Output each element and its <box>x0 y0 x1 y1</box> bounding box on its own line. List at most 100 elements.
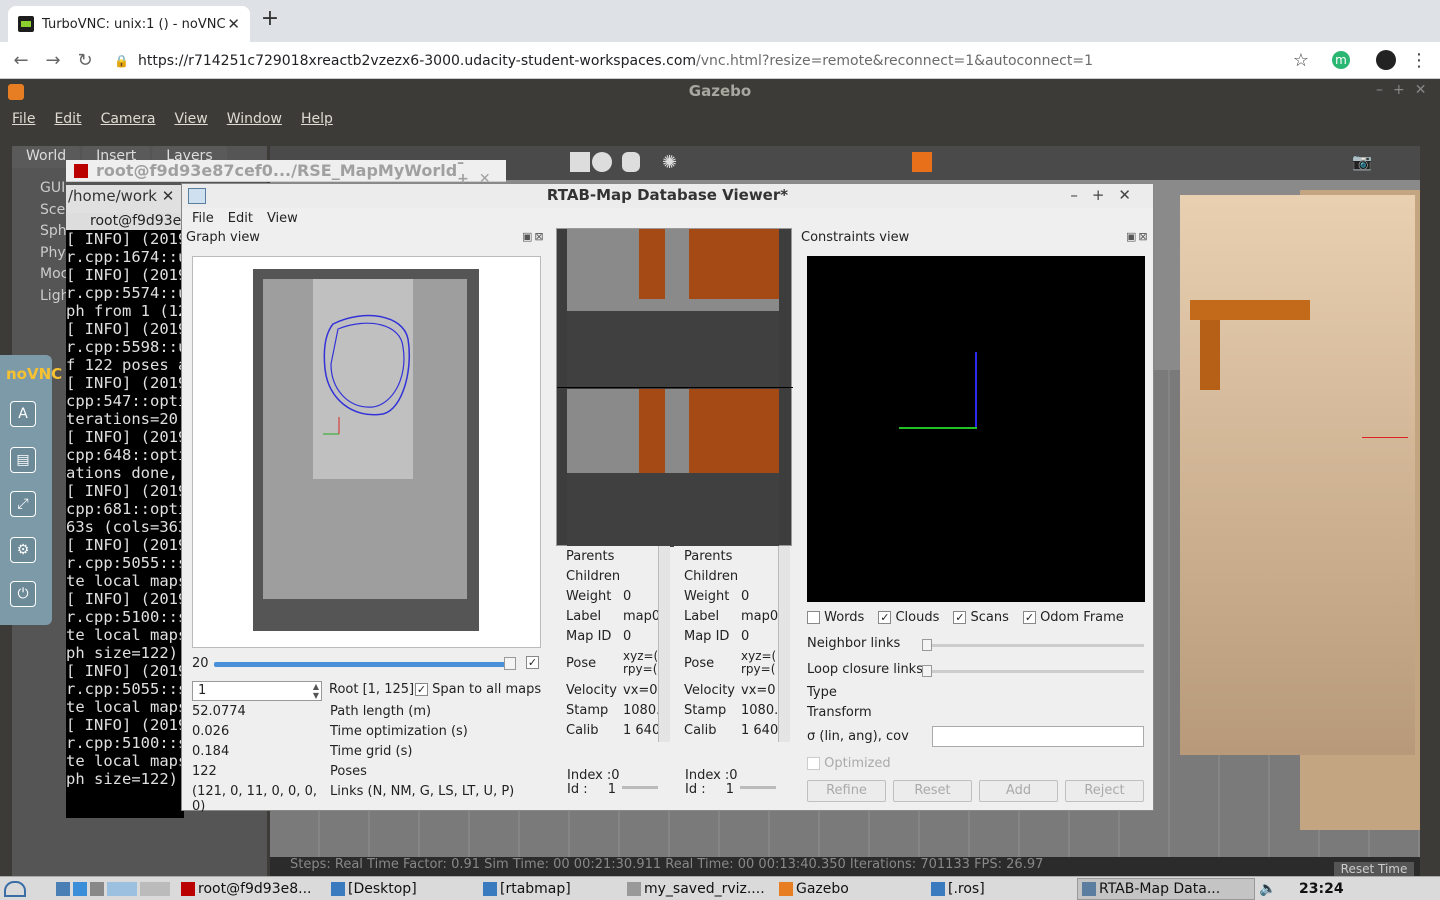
index-slider-a[interactable] <box>622 786 658 789</box>
taskbar-item-ros[interactable]: [.ros] <box>927 878 1077 900</box>
span-checkbox[interactable]: ✓ <box>415 683 428 696</box>
light-icon[interactable]: ✺ <box>662 152 677 173</box>
gazebo-window-controls[interactable]: –+✕ <box>1376 82 1436 98</box>
loop-links-handle[interactable] <box>922 665 932 677</box>
fullscreen-icon[interactable]: ⤢ <box>10 491 36 517</box>
terminal-window-controls[interactable]: –+✕ <box>457 155 500 187</box>
prop-scrollbar-b[interactable] <box>778 546 790 742</box>
screenshot-icon[interactable]: 📷 <box>1352 152 1372 171</box>
clipboard-icon[interactable]: ▤ <box>10 447 36 473</box>
prop-key: Parents <box>684 548 733 564</box>
rtab-menu-file[interactable]: File <box>192 211 214 226</box>
gazebo-menu-view[interactable]: View <box>175 111 208 127</box>
scans-checkbox[interactable]: ✓ <box>953 611 967 624</box>
box-shape-icon[interactable] <box>570 152 590 172</box>
reload-icon[interactable]: ↻ <box>74 50 96 72</box>
disconnect-icon[interactable]: ⏻ <box>10 581 36 607</box>
terminal-output[interactable]: [ INFO] (2019 r.cpp:1674::u [ INFO] (201… <box>66 230 184 818</box>
spin-arrows-icon[interactable]: ▲ ▼ <box>313 682 319 700</box>
view-angle-icon[interactable] <box>912 152 932 172</box>
rtab-menu-edit[interactable]: Edit <box>228 211 253 226</box>
quicklaunch-icons[interactable] <box>52 878 177 900</box>
loop-links-slider[interactable] <box>924 670 1144 673</box>
reset-button[interactable]: Reset <box>893 780 972 802</box>
novnc-control-bar: noVNC A ▤ ⤢ ⚙ ⏻ <box>0 355 62 625</box>
browser-tab[interactable]: TurboVNC: unix:1 () - noVNC ✕ <box>8 6 250 42</box>
reject-button[interactable]: Reject <box>1065 780 1144 802</box>
optimized-label: Optimized <box>824 756 891 771</box>
neighbor-links-slider[interactable] <box>924 644 1144 647</box>
graph-slider-track[interactable] <box>214 662 514 667</box>
prop-key: Velocity <box>684 682 735 698</box>
prop-scrollbar-a[interactable] <box>658 546 670 742</box>
address-bar-row: ← → ↻ 🔒 https://r714251c729018xreactb2vz… <box>0 42 1440 79</box>
reset-time-button[interactable]: Reset Time <box>1334 862 1414 876</box>
prop-row: Weight 0 <box>556 586 666 606</box>
prop-value: 1 640 <box>623 722 661 738</box>
prop-value: 1 640 <box>741 722 779 738</box>
gazebo-menu-window[interactable]: Window <box>227 111 282 127</box>
new-tab-button[interactable]: + <box>258 8 282 32</box>
rtab-menu-view[interactable]: View <box>267 211 298 226</box>
odom-frame-checkbox[interactable]: ✓ <box>1022 611 1036 624</box>
gazebo-menu-edit[interactable]: Edit <box>54 111 81 127</box>
terminal-app-icon <box>74 164 88 178</box>
neighbor-links-handle[interactable] <box>922 639 932 651</box>
stat-row: (121, 0, 11, 0, 0, 0, 0) Links (N, NM, G,… <box>192 784 552 814</box>
gazebo-menu-camera[interactable]: Camera <box>101 111 156 127</box>
scans-option[interactable]: ✓ Scans <box>953 610 1009 625</box>
words-checkbox[interactable] <box>807 611 820 624</box>
clouds-checkbox[interactable]: ✓ <box>878 611 892 624</box>
settings-gear-icon[interactable]: ⚙ <box>10 537 36 563</box>
volume-icon[interactable]: 🔈 <box>1255 878 1277 900</box>
gazebo-menu-file[interactable]: File <box>12 111 35 127</box>
graph-view[interactable] <box>192 256 541 648</box>
odom-frame-option[interactable]: ✓ Odom Frame <box>1022 610 1124 625</box>
chrome-menu-icon[interactable]: ⋮ <box>1408 50 1430 72</box>
orange-beam <box>1190 300 1310 320</box>
scans-label: Scans <box>970 610 1009 625</box>
profile-avatar[interactable] <box>1376 50 1396 70</box>
graph-slider-checkbox[interactable]: ✓ <box>526 656 539 669</box>
prop-row: Parents <box>556 546 666 566</box>
extra-keys-icon[interactable]: A <box>10 401 36 427</box>
clouds-option[interactable]: ✓ Clouds <box>878 610 939 625</box>
add-button[interactable]: Add <box>979 780 1058 802</box>
graph-slider-handle[interactable] <box>504 657 516 670</box>
prop-value: vx=0 <box>623 682 658 698</box>
cylinder-shape-icon[interactable] <box>622 152 640 172</box>
words-option[interactable]: Words <box>807 610 864 625</box>
constraints-3d-view[interactable] <box>807 256 1145 602</box>
stat-label: Links (N, NM, G, LS, LT, U, P) <box>330 784 515 799</box>
taskbar-item-gazebo[interactable]: Gazebo <box>775 878 927 900</box>
start-menu-icon[interactable] <box>0 878 52 900</box>
refine-button[interactable]: Refine <box>807 780 886 802</box>
rtabmap-title-bar: RTAB-Map Database Viewer* <box>182 184 1153 208</box>
back-icon[interactable]: ← <box>10 50 32 72</box>
extension-icon[interactable]: m <box>1332 51 1350 69</box>
index-slider-b[interactable] <box>740 786 776 789</box>
optimized-checkbox[interactable] <box>807 757 820 770</box>
close-tab-icon[interactable]: ✕ <box>227 15 240 33</box>
terminal-tab-home[interactable]: /home/work ✕ <box>68 187 182 205</box>
graph-dock-controls[interactable]: ▣⊠ <box>522 230 546 243</box>
taskbar-item-rtabmap-folder[interactable]: [rtabmap] <box>479 878 623 900</box>
taskbar-item-desktop[interactable]: [Desktop] <box>327 878 479 900</box>
gazebo-menu-help[interactable]: Help <box>301 111 333 127</box>
taskbar-item-rviz[interactable]: my_saved_rviz.... <box>623 878 775 900</box>
sigma-field[interactable] <box>932 726 1144 747</box>
terminal-tabs: /home/work ✕ <box>66 185 184 213</box>
url-field[interactable]: 🔒 https://r714251c729018xreactb2vzezx6-3… <box>106 47 1316 75</box>
bookmark-star-icon[interactable]: ☆ <box>1290 50 1312 72</box>
forward-icon[interactable]: → <box>42 50 64 72</box>
image-view-a[interactable] <box>556 228 793 547</box>
rtabmap-window-controls[interactable]: –+✕ <box>1070 186 1145 204</box>
taskbar-item-rtabmap-viewer[interactable]: RTAB-Map Data... <box>1077 877 1255 900</box>
root-spinbox[interactable]: 1 ▲ ▼ <box>192 681 322 701</box>
optimized-option[interactable]: Optimized <box>807 756 891 771</box>
sphere-shape-icon[interactable] <box>592 152 612 172</box>
terminal-tab-root[interactable]: root@f9d93e <box>66 213 184 230</box>
constraints-dock-controls[interactable]: ▣⊠ <box>1126 230 1150 243</box>
taskbar-item-terminal[interactable]: root@f9d93e8... <box>177 878 327 900</box>
span-all-maps[interactable]: ✓ Span to all maps <box>415 682 541 697</box>
